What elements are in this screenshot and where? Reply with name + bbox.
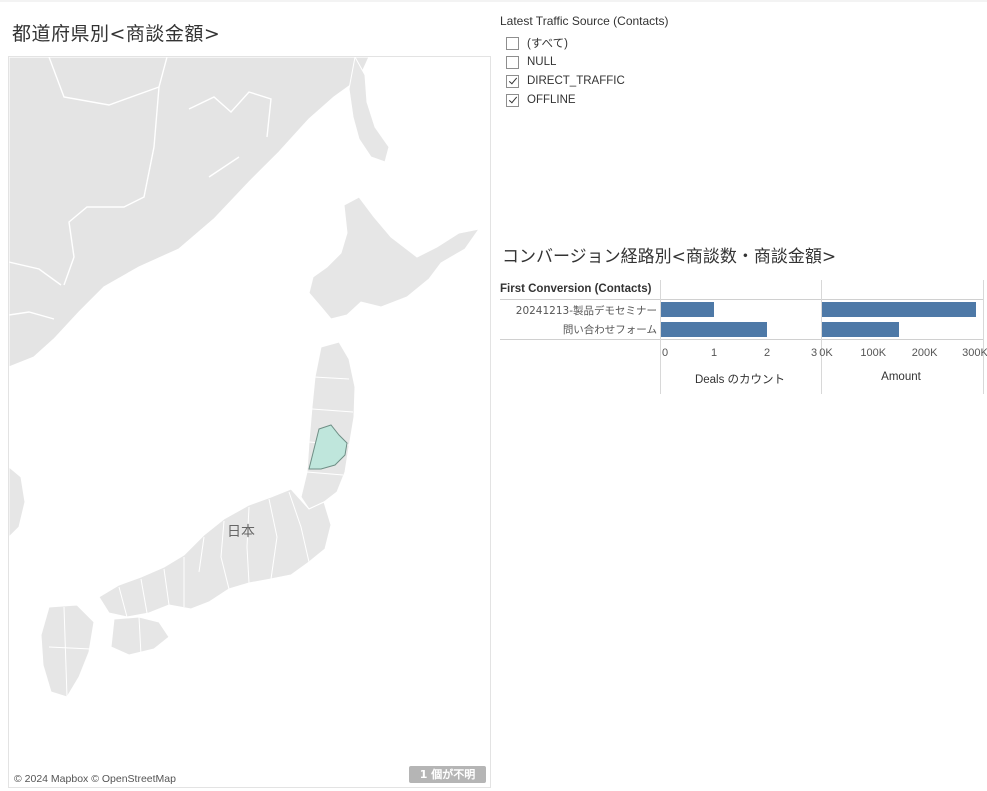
map-title: 都道府県別<商談金額>	[12, 23, 221, 45]
unknown-location-badge[interactable]: 1 個が不明	[409, 766, 486, 783]
filter-option-all[interactable]: (すべて)	[506, 35, 568, 51]
map-attribution[interactable]: © 2024 Mapbox © OpenStreetMap	[14, 773, 176, 785]
deals-axis-tick: 2	[763, 347, 771, 359]
filter-option-label: (すべて)	[527, 38, 568, 50]
honshu-central-region	[98, 488, 332, 618]
amount-bar-seminar[interactable]	[822, 302, 976, 317]
filter-option-label: NULL	[527, 56, 557, 68]
amount-bar-inquiry-form[interactable]	[822, 322, 899, 337]
filter-option-offline[interactable]: OFFLINE	[506, 92, 576, 108]
filter-option-direct-traffic[interactable]: DIRECT_TRAFFIC	[506, 73, 625, 89]
amount-pane-left-border	[821, 280, 822, 394]
header-divider	[500, 299, 983, 300]
top-divider	[0, 0, 987, 2]
checkbox-checked[interactable]	[506, 74, 519, 88]
amount-axis-tick: 200K	[911, 347, 938, 359]
filter-option-label: OFFLINE	[527, 94, 576, 106]
amount-axis-tick: 0K	[819, 347, 833, 359]
checkbox-checked[interactable]	[506, 93, 519, 107]
amount-axis-tick: 300K	[962, 347, 987, 359]
hokkaido-region	[308, 196, 481, 320]
amount-axis-title: Amount	[881, 371, 921, 383]
dimension-header: First Conversion (Contacts)	[500, 283, 652, 295]
conversion-chart-title: コンバージョン経路別<商談数・商談金額>	[502, 247, 837, 267]
sakhalin-region	[348, 57, 390, 163]
filter-option-label: DIRECT_TRAFFIC	[527, 75, 625, 87]
amount-axis-tick: 100K	[860, 347, 887, 359]
map-canvas[interactable]: 日本	[9, 57, 491, 788]
deals-axis-tick: 0	[661, 347, 669, 359]
deals-pane-left-border	[660, 280, 661, 394]
rows-bottom-divider	[500, 339, 983, 340]
amount-pane-right-border	[983, 280, 984, 394]
korea-peninsula-region	[9, 466, 26, 538]
deals-bar-inquiry-form[interactable]	[661, 322, 767, 337]
deals-bar-seminar[interactable]	[661, 302, 714, 317]
deals-axis-tick: 1	[710, 347, 718, 359]
row-label-inquiry-form[interactable]: 問い合わせフォーム	[563, 322, 657, 337]
deals-axis-tick: 3	[810, 347, 818, 359]
asia-mainland-region	[9, 57, 370, 368]
deals-axis-title: Deals のカウント	[694, 374, 786, 386]
traffic-source-filter-title: Latest Traffic Source (Contacts)	[500, 14, 669, 28]
filter-option-null[interactable]: NULL	[506, 54, 556, 70]
prefecture-map[interactable]: 日本 © 2024 Mapbox © OpenStreetMap 1 個が不明	[8, 56, 491, 788]
kyushu-region	[40, 604, 95, 698]
checkbox-unchecked[interactable]	[506, 36, 519, 50]
country-label: 日本	[227, 524, 255, 540]
row-label-seminar[interactable]: 20241213-製品デモセミナー	[516, 303, 657, 318]
checkbox-unchecked[interactable]	[506, 55, 519, 69]
